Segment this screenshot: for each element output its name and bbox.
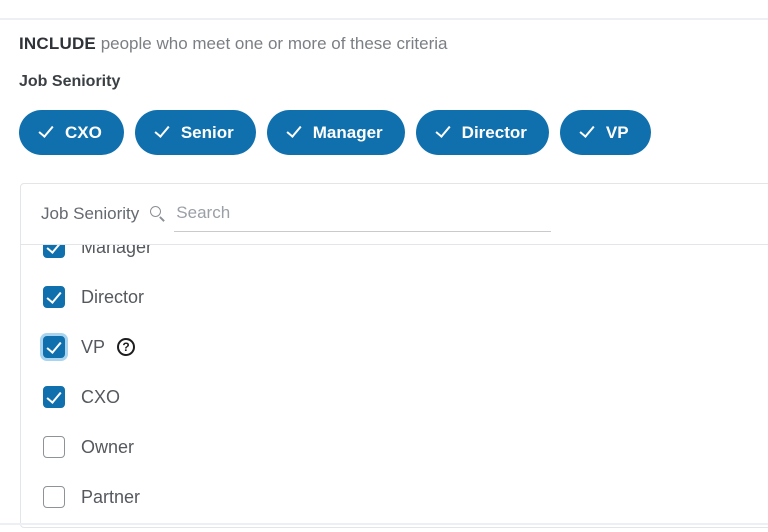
pill-label: VP (605, 122, 629, 142)
pill-vp[interactable]: VP (559, 110, 651, 155)
list-item-label: Partner (81, 486, 141, 507)
pill-label: CXO (65, 122, 102, 142)
list-item-label: CXO (81, 386, 121, 407)
list-item-owner[interactable]: Owner (21, 422, 768, 472)
pill-label: Senior (180, 122, 234, 142)
search-icon (150, 206, 166, 222)
checkbox-director[interactable] (43, 286, 65, 308)
check-icon (157, 125, 172, 140)
checkbox-manager[interactable] (43, 245, 65, 258)
list-item-label: Director (81, 286, 145, 307)
list-item-label: Manager (81, 245, 153, 257)
list-item-director[interactable]: Director (21, 272, 768, 322)
job-seniority-dropdown-panel: Job Seniority Manager Director VP ? (20, 183, 768, 528)
check-icon (582, 125, 597, 140)
dropdown-field-label: Job Seniority (41, 204, 140, 223)
search-input[interactable] (174, 194, 552, 232)
selected-filter-pills: CXO Senior Manager Director VP (19, 110, 651, 155)
list-item-label: Owner (81, 436, 135, 457)
checkbox-partner[interactable] (43, 486, 65, 508)
pill-cxo[interactable]: CXO (19, 110, 124, 155)
page-title: Job Seniority (19, 73, 121, 90)
checkbox-vp[interactable] (43, 336, 65, 358)
pill-manager[interactable]: Manager (266, 110, 405, 155)
list-item-partner[interactable]: Partner (21, 472, 768, 522)
include-keyword: INCLUDE (19, 34, 96, 53)
check-icon (289, 125, 304, 140)
pill-director[interactable]: Director (415, 110, 549, 155)
help-icon[interactable]: ? (117, 338, 136, 356)
list-item-vp[interactable]: VP ? (21, 322, 768, 372)
check-icon (41, 125, 56, 140)
pill-senior[interactable]: Senior (134, 110, 256, 155)
dropdown-search-row: Job Seniority (21, 184, 768, 244)
checkbox-cxo[interactable] (43, 386, 65, 408)
pill-label: Director (461, 122, 527, 142)
check-icon (438, 125, 453, 140)
list-item-cxo[interactable]: CXO (21, 372, 768, 422)
include-description: people who meet one or more of these cri… (95, 34, 448, 53)
search-field-wrapper (174, 194, 552, 234)
include-criteria-text: INCLUDE people who meet one or more of t… (19, 33, 448, 55)
seniority-option-list[interactable]: Manager Director VP ? CXO Owner Partner (21, 245, 768, 527)
top-divider (0, 18, 768, 20)
pill-label: Manager (312, 122, 383, 142)
bottom-divider (0, 523, 768, 525)
list-item-manager[interactable]: Manager (21, 245, 768, 272)
checkbox-owner[interactable] (43, 436, 65, 458)
list-item-label: VP (81, 336, 106, 357)
option-list-scroll-content: Manager Director VP ? CXO Owner Partner (21, 245, 768, 522)
